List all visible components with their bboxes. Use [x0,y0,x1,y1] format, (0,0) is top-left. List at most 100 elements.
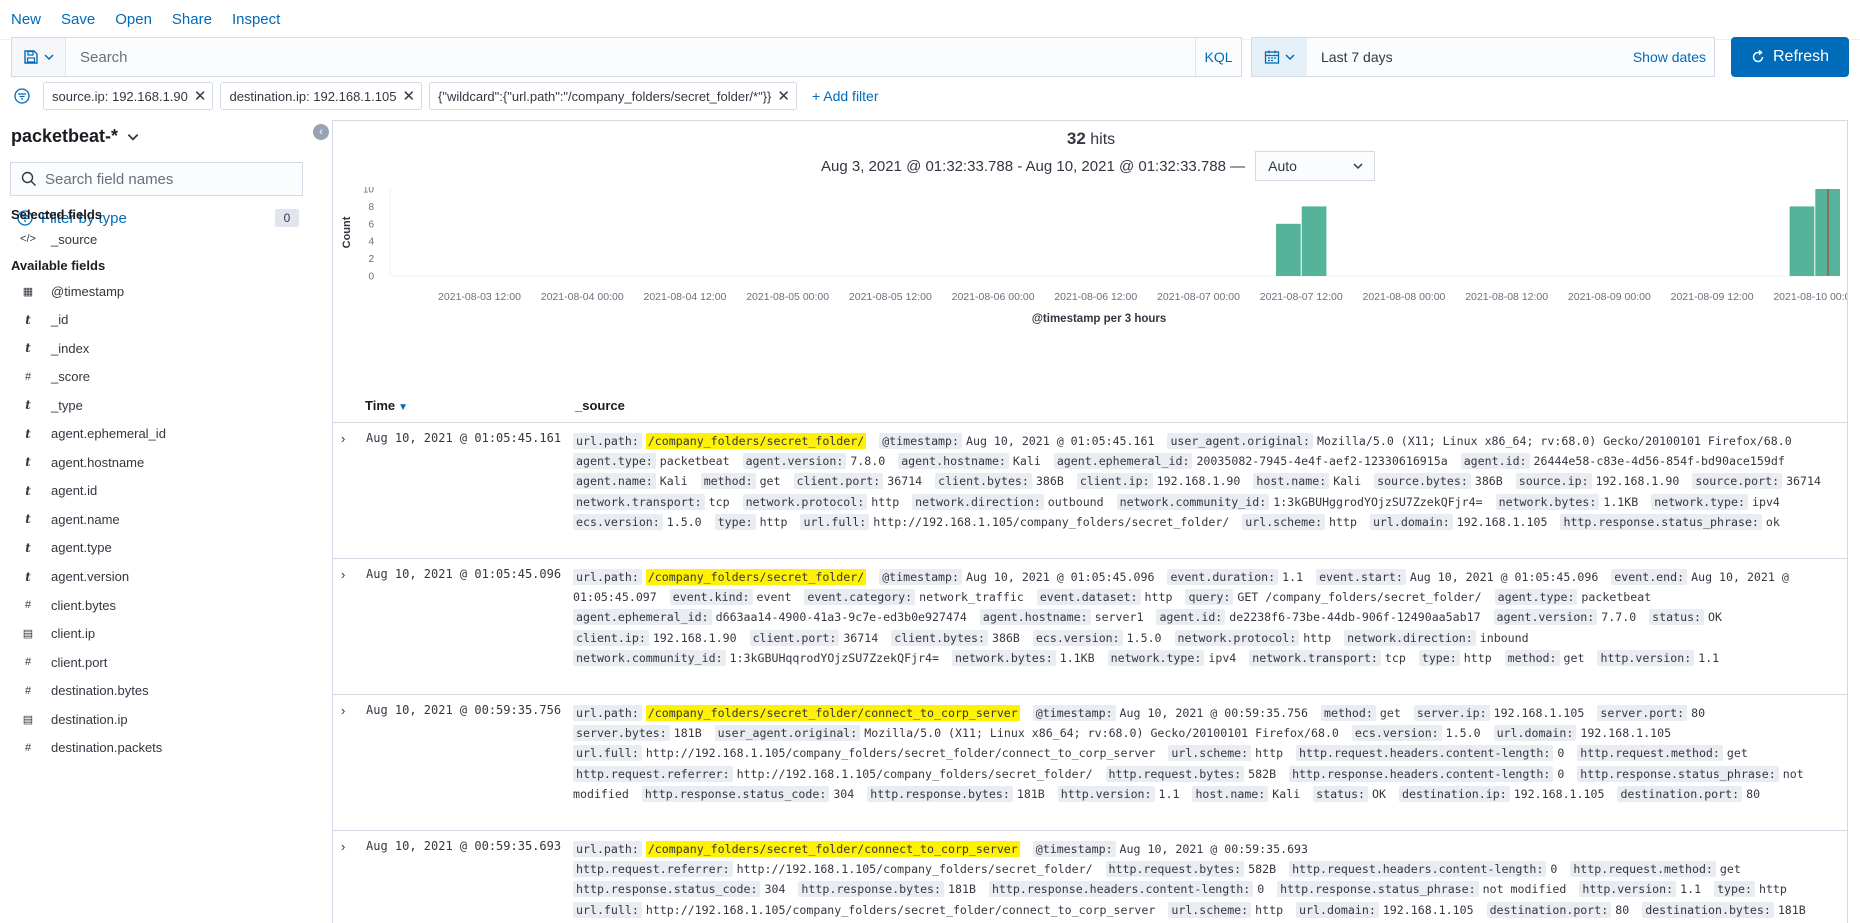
source-field-value: 386B [1474,474,1503,489]
add-filter-button[interactable]: + Add filter [812,88,879,104]
filter-pill[interactable]: source.ip: 192.168.1.90 ✕ [43,82,214,110]
highlighted-field-value: /company_folders/secret_folder/ [645,433,867,449]
field-type-string-icon: t [25,426,31,441]
refresh-button[interactable]: Refresh [1731,37,1849,77]
search-input[interactable] [66,38,1195,76]
expand-row-icon[interactable]: › [341,431,345,446]
filter-pill[interactable]: destination.ip: 192.168.1.105 ✕ [220,82,423,110]
saved-query-menu-button[interactable] [12,38,66,76]
source-field-key: network.direction: [1344,629,1476,646]
field-item[interactable]: t agent.id [18,479,97,503]
source-field-value: tcp [1384,650,1406,665]
source-field-value: Kali [1333,474,1362,489]
share-button[interactable]: Share [172,11,212,28]
x-tick-label: 2021-08-06 00:00 [952,291,1035,303]
show-dates-button[interactable]: Show dates [1633,49,1714,65]
field-item[interactable]: # client.port [18,650,107,674]
field-search-input[interactable] [45,170,285,188]
source-field-value: 386B [991,630,1020,645]
source-field-value: get [1563,650,1585,665]
close-icon[interactable]: ✕ [402,87,415,105]
time-column-header[interactable]: Time ▼ [365,398,408,413]
source-field-value: 386B [1035,474,1064,489]
field-item[interactable]: </> _source [18,227,97,251]
field-item[interactable]: t _type [18,393,83,417]
new-button[interactable]: New [11,11,41,28]
field-name: client.port [51,654,108,670]
index-pattern-selector[interactable]: packetbeat-* [11,126,140,147]
refresh-label: Refresh [1772,48,1830,65]
field-item[interactable]: # _score [18,365,90,389]
source-field-value: ok [1765,514,1780,529]
chevron-down-icon [127,133,139,141]
source-field-value: 1:3kGBUHggrodYOjzSU7ZzekQFjr4= [1273,494,1483,509]
field-item[interactable]: t agent.version [18,565,129,589]
field-name: agent.type [51,540,112,556]
field-item[interactable]: # destination.packets [18,736,162,760]
interval-select[interactable]: Auto [1255,151,1376,181]
source-field-key: url.scheme: [1242,513,1326,530]
source-field-value: http [1255,902,1284,917]
source-field-key: http.response.status_code: [573,881,761,898]
field-type-number-icon: # [24,656,32,669]
x-tick-label: 2021-08-09 00:00 [1568,291,1651,303]
save-button[interactable]: Save [61,11,95,28]
source-field-key: url.path: [573,841,642,857]
histogram-svg[interactable]: 0 2 4 6 8 10 2021-08-03 12:00 2021-08-04 00:00 2… [333,185,1848,387]
field-item[interactable]: # client.bytes [18,593,116,617]
close-icon[interactable]: ✕ [777,87,790,105]
expand-row-icon[interactable]: › [341,567,345,582]
source-field-key: destination.ip: [1399,785,1510,802]
field-item[interactable]: t agent.hostname [18,450,144,474]
histogram-bar[interactable] [1789,206,1815,276]
field-type-number-icon: # [24,684,32,697]
inspect-button[interactable]: Inspect [232,11,280,28]
source-field-key: method: [1321,705,1376,721]
open-button[interactable]: Open [115,11,152,28]
date-range-label[interactable]: Last 7 days [1307,49,1633,65]
source-field-key: url.domain: [1296,901,1379,918]
field-item[interactable]: t _id [18,308,68,332]
filter-pill[interactable]: {"wildcard":{"url.path":"/company_folder… [429,82,797,110]
histogram-bar[interactable] [1276,223,1301,276]
source-field-key: agent.id: [1156,609,1226,626]
source-field-value: 0 [1550,862,1558,877]
query-language-button[interactable]: KQL [1195,38,1241,76]
source-field-value: ipv4 [1751,494,1780,509]
expand-row-icon[interactable]: › [341,839,345,854]
field-item[interactable]: # destination.bytes [18,679,149,703]
quick-select-button[interactable] [1252,38,1307,76]
source-field-key: network.transport: [1249,649,1381,666]
source-field-key: http.version: [1579,881,1677,898]
field-item[interactable]: t agent.name [18,507,119,531]
histogram-bar[interactable] [1301,206,1327,276]
sort-down-icon[interactable]: ▼ [398,402,408,413]
field-item[interactable]: ▦ @timestamp [18,279,124,303]
source-field-key: agent.ephemeral_id: [1053,453,1193,470]
y-tick-label: 8 [368,202,374,213]
source-field-key: http.response.headers.content-length: [1289,765,1554,782]
source-field-key: status: [1313,785,1369,802]
field-type-ip-icon: ▤ [22,628,34,641]
row-source: url.path:/company_folders/secret_folder/… [573,559,1847,673]
close-icon[interactable]: ✕ [194,87,207,105]
field-item[interactable]: ▤ destination.ip [18,707,128,731]
expand-row-icon[interactable]: › [341,703,345,718]
collapse-sidebar-button[interactable]: ‹ [313,124,329,140]
field-item[interactable]: t agent.ephemeral_id [18,422,166,446]
source-field-key: agent.type: [573,453,656,470]
source-field-key: url.scheme: [1168,745,1252,762]
field-name: agent.hostname [51,454,145,470]
source-field-key: client.ip: [1076,473,1153,490]
source-field-key: destination.port: [1486,901,1612,918]
field-type-date-icon: ▦ [22,285,34,298]
source-field-value: 582B [1248,766,1277,781]
field-item[interactable]: ▤ client.ip [18,622,95,646]
source-field-value: 36714 [1786,474,1821,489]
source-field-key: network.protocol: [1174,629,1300,646]
field-item[interactable]: t agent.type [18,536,112,560]
source-field-key: agent.type: [1494,589,1578,606]
field-item[interactable]: t _index [18,336,89,360]
field-name: _index [51,340,90,356]
filter-menu-button[interactable] [11,85,33,107]
